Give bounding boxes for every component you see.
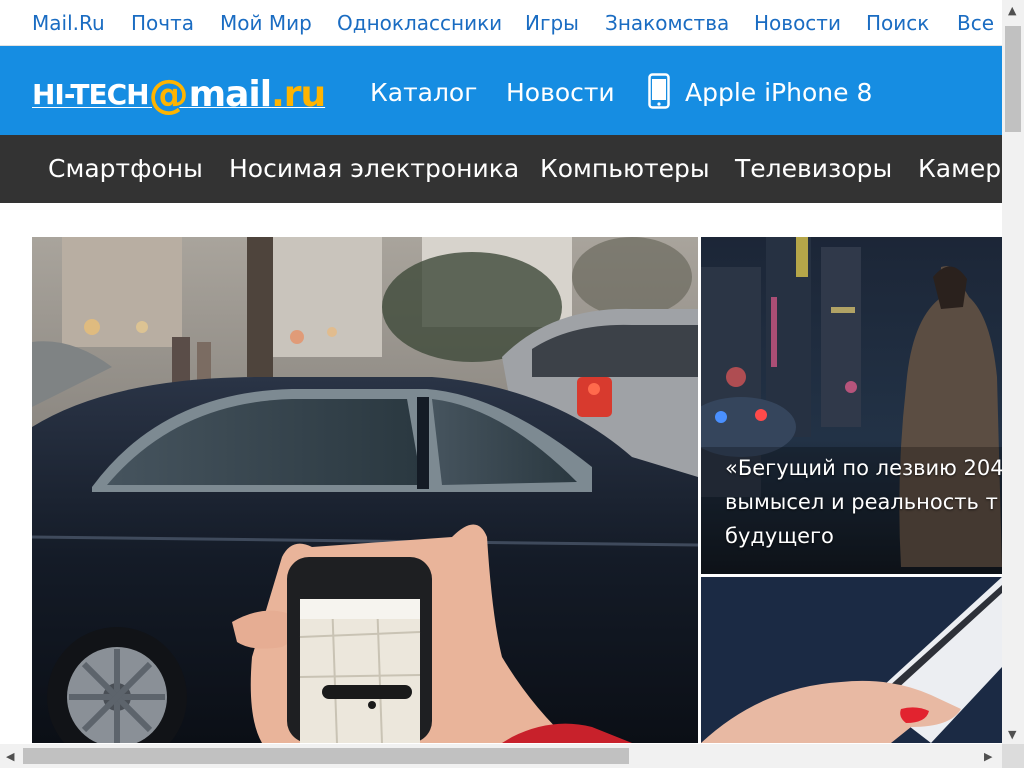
scroll-right-arrow-icon[interactable]: ▶ [984,750,992,763]
scroll-down-arrow-icon[interactable]: ▼ [1008,728,1016,741]
logo-ru-text: .ru [271,74,326,115]
featured-article-tablet[interactable] [701,577,1002,743]
hero-image [32,237,698,743]
scroll-left-arrow-icon[interactable]: ◀ [6,750,14,763]
tablet-hand-image [701,577,1002,743]
nav-news[interactable]: Новости [506,78,615,107]
portal-link-mailru[interactable]: Mail.Ru [32,11,105,35]
portal-link-pochta[interactable]: Почта [131,11,194,35]
portal-link-znakomstva[interactable]: Знакомства [605,11,729,35]
nav-apple-iphone-8[interactable]: Apple iPhone 8 [685,78,872,107]
nav-catalog[interactable]: Каталог [370,78,477,107]
category-tvs[interactable]: Телевизоры [735,154,892,183]
featured-article-blade-runner[interactable]: «Бегущий по лезвию 204 вымысел и реально… [701,237,1002,574]
scrollbar-corner [1002,744,1024,768]
vertical-scroll-thumb[interactable] [1005,26,1021,132]
logo-at-sign: @ [148,72,189,118]
smartphone-icon[interactable] [648,73,670,109]
site-header: HI-TECH@mail.ru Каталог Новости Apple iP… [0,46,1002,135]
scroll-up-arrow-icon[interactable]: ▲ [1008,4,1016,17]
caption-line-1: «Бегущий по лезвию 204 [725,456,1002,480]
featured-section: «Бегущий по лезвию 204 вымысел и реально… [0,203,1002,743]
horizontal-scrollbar[interactable]: ◀ ▶ [0,744,1002,768]
hitech-mail-logo[interactable]: HI-TECH@mail.ru [32,70,326,118]
portal-link-novosti[interactable]: Новости [754,11,841,35]
category-computers[interactable]: Компьютеры [540,154,710,183]
category-cameras[interactable]: Камер [918,154,1001,183]
portal-link-vse[interactable]: Все [957,11,994,35]
category-smartphones[interactable]: Смартфоны [48,154,203,183]
caption-line-2: вымысел и реальность т [725,490,998,514]
featured-article-main[interactable] [32,237,698,743]
category-wearables[interactable]: Носимая электроника [229,154,519,183]
portal-link-igry[interactable]: Игры [525,11,579,35]
portal-link-poisk[interactable]: Поиск [866,11,929,35]
category-nav-bar: Смартфоны Носимая электроника Компьютеры… [0,135,1002,203]
portal-link-moy-mir[interactable]: Мой Мир [220,11,312,35]
horizontal-scroll-thumb[interactable] [23,748,629,764]
logo-hitech-text: HI-TECH [32,78,150,111]
blade-runner-caption: «Бегущий по лезвию 204 вымысел и реально… [725,451,1002,553]
portal-link-odnoklassniki[interactable]: Одноклассники [337,11,502,35]
caption-line-3: будущего [725,524,834,548]
logo-mail-text: mail [188,74,272,115]
vertical-scrollbar[interactable]: ▲ ▼ [1002,0,1024,744]
portal-nav-bar: Mail.Ru Почта Мой Мир Одноклассники Игры… [0,0,1002,46]
